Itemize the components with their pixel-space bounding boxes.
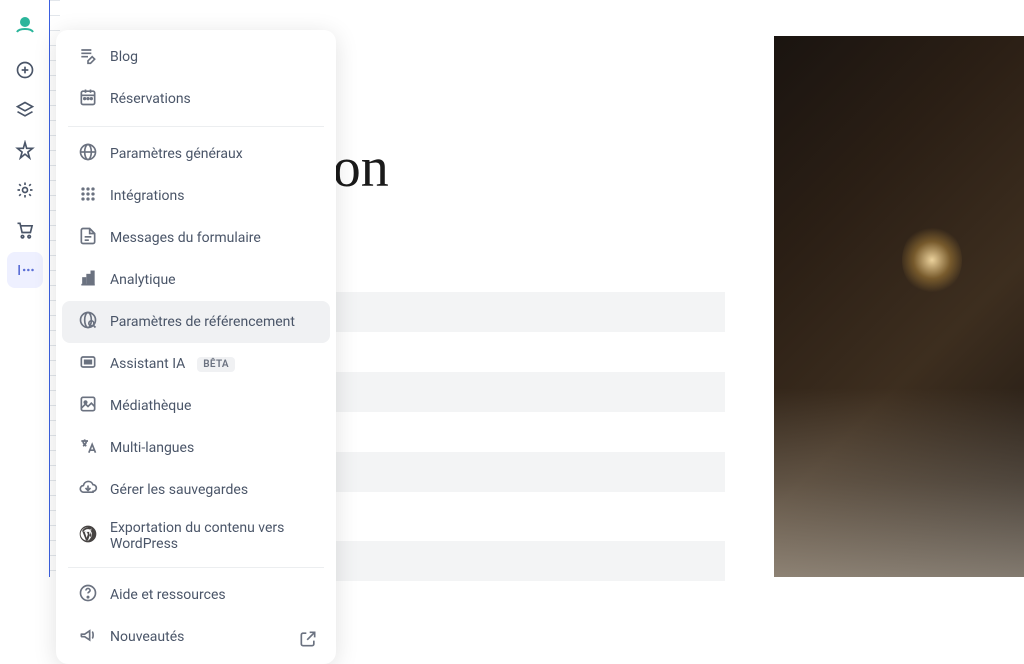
menu-label: Exportation du contenu vers WordPress: [110, 520, 314, 552]
brand-logo[interactable]: [11, 12, 39, 40]
seo-icon: [78, 310, 98, 334]
translate-icon: [78, 436, 98, 460]
menu-label: Blog: [110, 49, 138, 65]
wordpress-icon: [78, 524, 98, 548]
menu-item-blog[interactable]: Blog: [62, 36, 330, 78]
menu-label: Intégrations: [110, 188, 184, 204]
menu-label: Aide et ressources: [110, 587, 226, 603]
menu-label: Paramètres généraux: [110, 146, 243, 162]
menu-separator: [68, 126, 324, 127]
more-button[interactable]: [7, 252, 43, 288]
menu-item-reservations[interactable]: Réservations: [62, 78, 330, 120]
external-link-icon: [298, 629, 314, 645]
menu-item-help[interactable]: Aide et ressources: [62, 574, 330, 616]
menu-item-multilang[interactable]: Multi-langues: [62, 427, 330, 469]
design-button[interactable]: [7, 132, 43, 168]
menu-item-news[interactable]: Nouveautés: [62, 616, 330, 658]
menu-label: Messages du formulaire: [110, 230, 261, 246]
chart-icon: [78, 268, 98, 292]
edit-icon: [78, 45, 98, 69]
megaphone-icon: [78, 625, 98, 649]
menu-item-backups[interactable]: Gérer les sauvegardes: [62, 469, 330, 511]
menu-label: Paramètres de référencement: [110, 314, 295, 330]
menu-item-analytics[interactable]: Analytique: [62, 259, 330, 301]
assistant-icon: [78, 352, 98, 376]
more-menu-popup: Blog Réservations Paramètres généraux In…: [56, 30, 336, 664]
cloud-icon: [78, 478, 98, 502]
menu-label: Analytique: [110, 272, 176, 288]
menu-item-form-messages[interactable]: Messages du formulaire: [62, 217, 330, 259]
layers-button[interactable]: [7, 92, 43, 128]
ai-button[interactable]: [7, 172, 43, 208]
commerce-button[interactable]: [7, 212, 43, 248]
sidebar-rail: [0, 0, 50, 577]
help-icon: [78, 583, 98, 607]
menu-item-ai-assistant[interactable]: Assistant IA BÊTA: [62, 343, 330, 385]
menu-label: Réservations: [110, 91, 191, 107]
image-icon: [78, 394, 98, 418]
menu-item-media[interactable]: Médiathèque: [62, 385, 330, 427]
document-icon: [78, 226, 98, 250]
app-root: Make a reservation ss ge Blog Réservatio…: [0, 0, 1024, 577]
menu-label: Multi-langues: [110, 440, 194, 456]
hero-image[interactable]: [774, 36, 1024, 577]
menu-label: Assistant IA: [110, 356, 185, 372]
menu-label: Médiathèque: [110, 398, 191, 414]
beta-badge: BÊTA: [197, 357, 235, 372]
calendar-icon: [78, 87, 98, 111]
add-button[interactable]: [7, 52, 43, 88]
menu-label: Nouveautés: [110, 629, 184, 645]
menu-label: Gérer les sauvegardes: [110, 482, 248, 498]
menu-item-wordpress-export[interactable]: Exportation du contenu vers WordPress: [62, 511, 330, 561]
menu-item-general-settings[interactable]: Paramètres généraux: [62, 133, 330, 175]
grid-icon: [78, 184, 98, 208]
menu-item-seo[interactable]: Paramètres de référencement: [62, 301, 330, 343]
globe-icon: [78, 142, 98, 166]
menu-separator: [68, 567, 324, 568]
menu-item-integrations[interactable]: Intégrations: [62, 175, 330, 217]
